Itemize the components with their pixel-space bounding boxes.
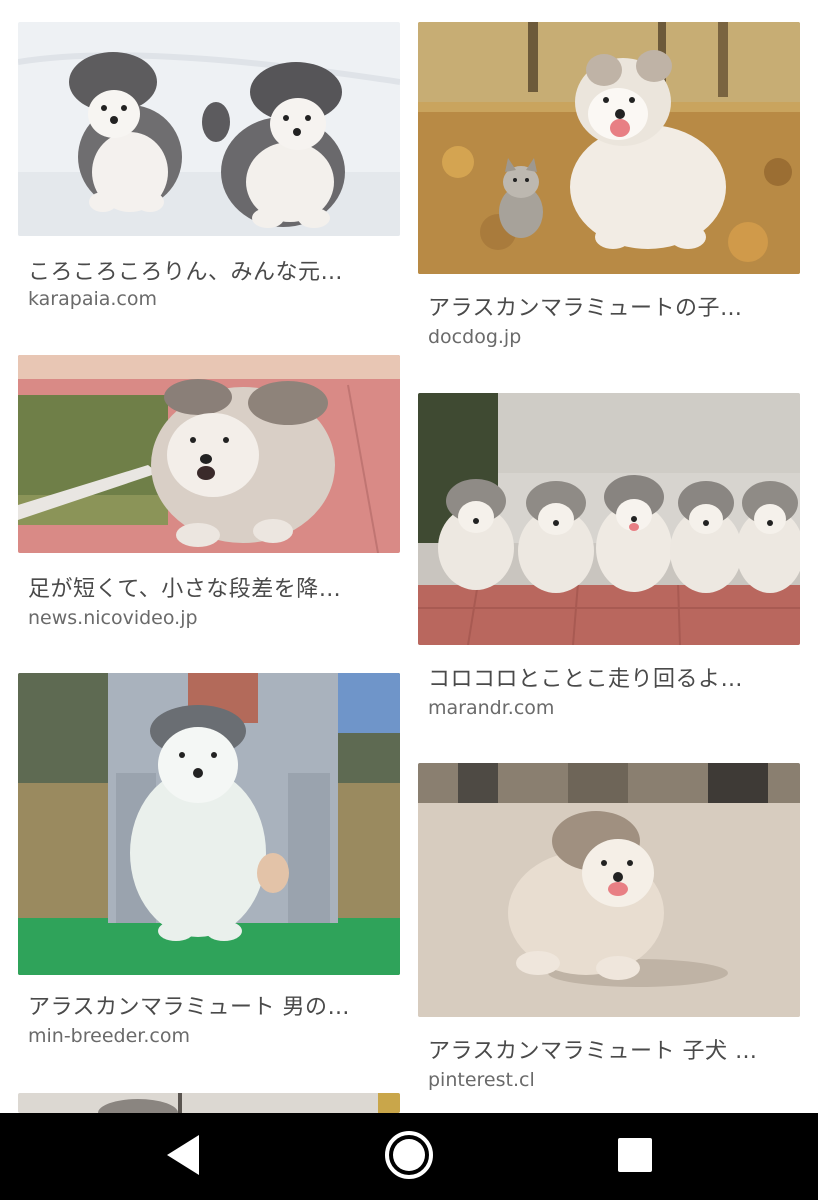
result-domain: news.nicovideo.jp — [28, 607, 198, 629]
result-thumbnail[interactable] — [418, 393, 800, 645]
recents-button[interactable] — [580, 1113, 690, 1200]
recents-icon — [617, 1137, 653, 1177]
back-icon — [163, 1133, 203, 1181]
result-card[interactable]: アラスカンマラミュート 子犬 … pinterest.cl — [418, 763, 800, 1103]
result-title[interactable]: アラスカンマラミュート 子犬 … — [428, 1033, 758, 1065]
home-button[interactable] — [354, 1113, 464, 1200]
result-title[interactable]: アラスカンマラミュートの子… — [428, 290, 743, 322]
result-title[interactable]: ころころころりん、みんな元… — [28, 254, 343, 286]
result-thumbnail[interactable] — [18, 355, 400, 553]
result-card[interactable]: コロコロとことこ走り回るよ… marandr.com — [418, 393, 800, 723]
result-title[interactable]: コロコロとことこ走り回るよ… — [428, 661, 743, 693]
result-thumbnail[interactable] — [418, 763, 800, 1017]
result-card[interactable]: 足が短くて、小さな段差を降… news.nicovideo.jp — [18, 355, 400, 635]
result-thumbnail[interactable] — [18, 673, 400, 975]
result-card[interactable]: アラスカンマラミュート 男の… min-breeder.com — [18, 673, 400, 1063]
result-thumbnail[interactable] — [18, 22, 400, 236]
partial-result-thumbnail[interactable] — [18, 1093, 400, 1113]
result-domain: marandr.com — [428, 697, 555, 719]
result-domain: karapaia.com — [28, 288, 158, 310]
system-navigation-bar — [0, 1113, 818, 1200]
result-thumbnail[interactable] — [418, 22, 800, 274]
home-icon — [383, 1129, 435, 1185]
result-title[interactable]: 足が短くて、小さな段差を降… — [28, 571, 341, 603]
result-card[interactable]: アラスカンマラミュートの子… docdog.jp — [418, 22, 800, 352]
back-button[interactable] — [128, 1113, 238, 1200]
result-domain: min-breeder.com — [28, 1025, 190, 1047]
image-results-screen: ころころころりん、みんな元… karapaia.com アラスカンマラミュートの… — [0, 0, 818, 1200]
result-domain: docdog.jp — [428, 326, 522, 348]
result-title[interactable]: アラスカンマラミュート 男の… — [28, 989, 350, 1021]
result-card[interactable]: ころころころりん、みんな元… karapaia.com — [18, 22, 400, 322]
result-domain: pinterest.cl — [428, 1069, 535, 1091]
